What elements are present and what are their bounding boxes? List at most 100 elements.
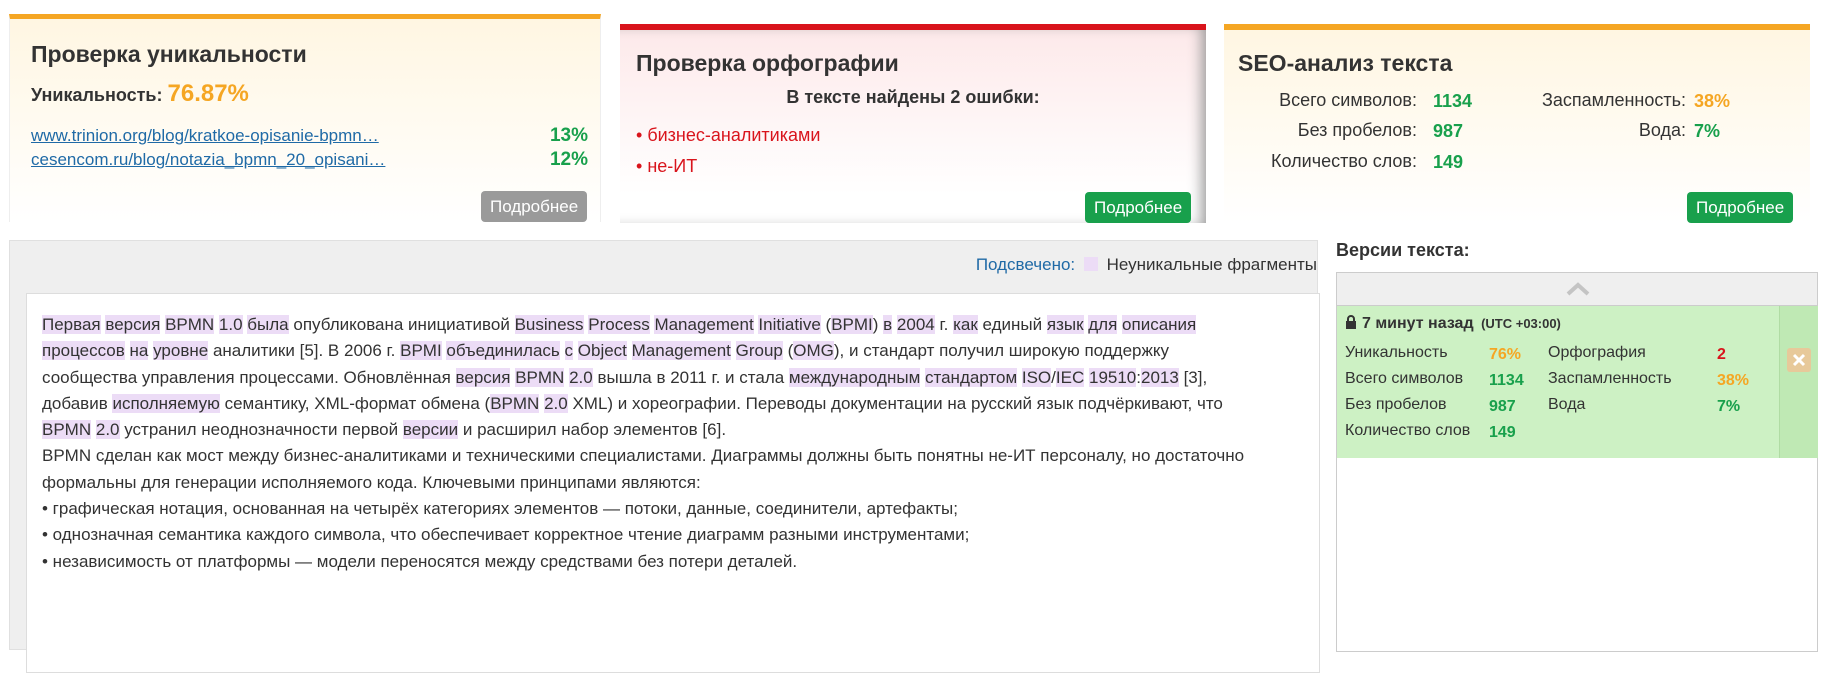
plain-text: добавив: [42, 393, 108, 413]
plain-text: и расширил набор элементов [6].: [462, 420, 727, 440]
highlight-fragment: OMG: [793, 341, 834, 361]
text-editor-panel: Подсвечено: Неуникальные фрагменты Перва…: [9, 240, 1320, 673]
highlight-fragment: Management: [631, 341, 731, 361]
highlight-fragment: IEC: [1055, 367, 1085, 387]
version-total-value: 1134: [1489, 372, 1524, 389]
seo-no-spaces-value: 987: [1433, 121, 1464, 141]
bullet-item: • однозначная семантика каждого символа,…: [42, 525, 970, 545]
highlight-fragment: описания: [1122, 315, 1197, 334]
highlight-fragment: на: [129, 341, 149, 361]
version-spell-label: Орфография: [1548, 344, 1646, 361]
highlight-fragment: BPMN: [490, 393, 540, 413]
text-content[interactable]: Первая версия BPMN 1.0 была опубликована…: [26, 293, 1320, 673]
bullet-item: • независимость от платформы — модели пе…: [42, 551, 798, 571]
seo-details-button[interactable]: Подробнее: [1687, 192, 1794, 223]
highlight-fragment: стандартом: [925, 367, 1018, 387]
spelling-card: Проверка орфографии В тексте найдены 2 о…: [620, 24, 1206, 223]
seo-water-value: 7%: [1694, 121, 1721, 141]
highlight-fragment: для: [1088, 315, 1118, 334]
highlight-fragment: Management: [654, 315, 754, 334]
version-timezone: (UTC +03:00): [1481, 316, 1561, 331]
highlight-fragment: 19510: [1088, 367, 1137, 387]
highlight-fragment: ISO: [1021, 367, 1052, 387]
versions-title: Версии текста:: [1336, 240, 1470, 260]
highlight-fragment: Group: [735, 341, 783, 361]
versions-scroll-up[interactable]: [1337, 273, 1817, 306]
seo-spam-label: Заспамленность:: [1541, 90, 1686, 110]
spelling-error-item[interactable]: • не-ИТ: [636, 156, 697, 177]
highlight-swatch: [1083, 257, 1098, 271]
source-percent: 13%: [549, 125, 588, 146]
highlight-fragment: язык: [1046, 315, 1084, 334]
plain-text: [3],: [1183, 367, 1208, 387]
highlight-fragment: объединилась: [446, 341, 560, 361]
source-link[interactable]: cesencom.ru/blog/notazia_bpmn_20_opisani…: [31, 150, 385, 170]
spelling-error-text: бизнес-аналитиками: [647, 125, 821, 145]
uniqueness-details-button[interactable]: Подробнее: [481, 191, 588, 222]
spelling-summary: В тексте найдены 2 ошибки:: [786, 87, 1040, 107]
version-spam-label: Заспамленность: [1548, 370, 1672, 387]
chevron-up-icon[interactable]: [1565, 281, 1591, 297]
seo-title: SEO-анализ текста: [1238, 50, 1453, 76]
highlight-fragment: исполняемую: [112, 393, 220, 413]
highlight-fragment: BPMN: [42, 420, 92, 440]
version-nospace-label: Без пробелов: [1345, 396, 1447, 413]
plain-text: опубликована инициативой: [293, 315, 510, 334]
highlight-legend: Подсвечено: Неуникальные фрагменты: [976, 255, 1317, 275]
highlight-fragment: BPMI: [831, 315, 873, 334]
uniqueness-card: Проверка уникальности Уникальность: 76.8…: [9, 14, 601, 222]
plain-text: аналитики [5]. В 2006 г.: [212, 341, 396, 361]
highlight-fragment: Business: [514, 315, 584, 334]
highlight-fragment: как: [953, 315, 978, 334]
spelling-error-item[interactable]: • бизнес-аналитиками: [636, 125, 820, 146]
close-icon[interactable]: [1787, 348, 1811, 372]
lock-icon: [1346, 315, 1356, 329]
version-spell-value: 2: [1717, 346, 1726, 363]
version-uniq-label: Уникальность: [1345, 344, 1448, 361]
highlight-fragment: версия: [455, 367, 511, 387]
highlight-fragment: BPMN: [515, 367, 565, 387]
plain-text: единый: [982, 315, 1043, 334]
plain-text: г.: [939, 315, 949, 334]
plain-text: сообщества управления процессами. Обновл…: [42, 367, 451, 387]
paragraph: BPMN сделан как мост между бизнес-аналит…: [42, 446, 1245, 492]
uniqueness-label: Уникальность:: [31, 85, 163, 105]
version-water-label: Вода: [1548, 396, 1586, 413]
spelling-title: Проверка орфографии: [636, 50, 899, 76]
versions-panel: 7 минут назад (UTC +03:00) Уникальность …: [1336, 272, 1818, 652]
highlight-fragment: международным: [788, 367, 921, 387]
highlight-fragment: 2.0: [544, 393, 568, 413]
version-entry[interactable]: 7 минут назад (UTC +03:00) Уникальность …: [1337, 306, 1818, 458]
highlight-fragment: в: [883, 315, 893, 334]
uniqueness-summary: Уникальность: 76.87%: [31, 80, 249, 108]
highlight-fragment: 2.0: [95, 420, 120, 440]
version-nospace-value: 987: [1489, 398, 1516, 415]
seo-spam-value: 38%: [1694, 91, 1731, 111]
source-percent: 12%: [549, 149, 588, 170]
spelling-details-button[interactable]: Подробнее: [1085, 192, 1192, 223]
seo-card: SEO-анализ текста Всего символов: 1134 Б…: [1224, 24, 1810, 223]
version-header: 7 минут назад (UTC +03:00): [1345, 315, 1561, 333]
highlight-fragment: 2004: [896, 315, 935, 334]
highlight-fragment: 1.0: [218, 315, 243, 334]
highlight-legend-text: Неуникальные фрагменты: [1106, 255, 1317, 274]
highlight-fragment: уровне: [153, 341, 209, 361]
plain-text: XML) и хореографии. Переводы документаци…: [572, 393, 1223, 413]
plain-text: ), и стандарт получил широкую поддержку: [833, 341, 1169, 361]
bullet-item: • графическая нотация, основанная на чет…: [42, 499, 958, 519]
seo-no-spaces-label: Без пробелов:: [1297, 120, 1417, 140]
version-words-value: 149: [1489, 424, 1516, 441]
plain-text: вышла в 2011 г. и стала: [597, 367, 785, 387]
source-link[interactable]: www.trinion.org/blog/kratkoe-opisanie-bp…: [31, 126, 379, 146]
highlight-fragment: BPMN: [165, 315, 215, 334]
version-uniq-value: 76%: [1489, 346, 1522, 363]
highlight-fragment: версия: [105, 315, 161, 334]
version-total-label: Всего символов: [1345, 370, 1464, 387]
version-spam-value: 38%: [1717, 372, 1750, 389]
version-time: 7 минут назад: [1362, 315, 1474, 332]
seo-words-label: Количество слов:: [1271, 151, 1417, 171]
seo-words-value: 149: [1433, 152, 1464, 172]
version-words-label: Количество слов: [1345, 422, 1471, 439]
highlight-fragment: Process: [588, 315, 650, 334]
highlight-fragment: Первая: [42, 315, 101, 334]
